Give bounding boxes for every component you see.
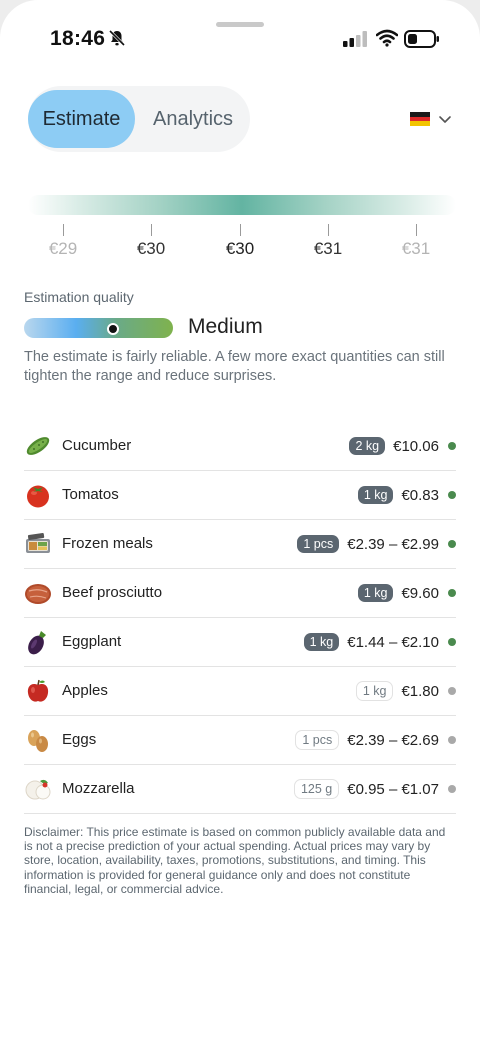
cellular-signal-icon	[343, 31, 367, 47]
range-tick-label: €31	[401, 239, 431, 258]
status-dot	[448, 589, 456, 597]
item-price: €10.06	[393, 437, 439, 455]
quantity-badge: 1 kg	[303, 633, 340, 651]
tab-estimate[interactable]: Estimate	[28, 90, 135, 148]
item-price: €0.83	[401, 486, 439, 504]
range-tick-label: €30	[136, 239, 166, 258]
quantity-badge: 1 kg	[357, 486, 394, 504]
item-price: €1.80	[401, 682, 439, 700]
tab-analytics[interactable]: Analytics	[140, 90, 246, 148]
view-switcher: Estimate Analytics	[28, 86, 250, 152]
tomato-icon	[24, 481, 52, 509]
germany-flag-icon[interactable]	[410, 112, 430, 126]
eggplant-icon	[24, 628, 52, 656]
quality-meter	[24, 318, 173, 338]
item-details: 1 kg €9.60	[357, 569, 456, 617]
item-name: Mozzarella	[62, 780, 135, 797]
sheet-grabber[interactable]	[216, 22, 264, 27]
quality-value: Medium	[188, 315, 263, 338]
status-dot	[448, 785, 456, 793]
status-dot	[448, 491, 456, 499]
mozzarella-icon	[24, 775, 52, 803]
item-price: €2.39 – €2.69	[347, 731, 439, 749]
quantity-badge: 1 kg	[355, 681, 394, 701]
list-item[interactable]: Mozzarella 125 g €0.95 – €1.07	[24, 765, 456, 814]
bottom-sheet: 18:46 Estimate Analytics €29 €30 €30 €31…	[0, 0, 480, 1043]
item-name: Eggplant	[62, 633, 122, 650]
apple-icon	[24, 677, 52, 705]
item-price: €2.39 – €2.99	[347, 535, 439, 553]
range-tick-label: €31	[313, 239, 343, 258]
bell-muted-icon	[108, 29, 126, 47]
quality-label: Estimation quality	[24, 289, 134, 305]
quantity-badge: 1 pcs	[295, 730, 340, 750]
range-tick-label: €30	[225, 239, 255, 258]
item-details: 2 kg €10.06	[349, 422, 456, 470]
item-name: Eggs	[62, 731, 97, 748]
item-details: 1 pcs €2.39 – €2.69	[295, 716, 456, 764]
disclaimer: Disclaimer: This price estimate is based…	[24, 825, 446, 896]
frozen-meal-icon	[24, 530, 52, 558]
item-details: 1 pcs €2.39 – €2.99	[297, 520, 456, 568]
list-item[interactable]: Frozen meals 1 pcs €2.39 – €2.99	[24, 520, 456, 569]
item-name: Cucumber	[62, 437, 132, 454]
list-item[interactable]: Tomatos 1 kg €0.83	[24, 471, 456, 520]
eggs-icon	[24, 726, 52, 754]
cucumber-icon	[24, 432, 52, 460]
range-tick-label: €29	[48, 239, 78, 258]
item-price: €0.95 – €1.07	[347, 780, 439, 798]
range-tick	[240, 224, 241, 236]
item-price: €9.60	[401, 584, 439, 602]
status-dot	[448, 638, 456, 646]
quality-description: The estimate is fairly reliable. A few m…	[24, 349, 445, 384]
item-list: Cucumber 2 kg €10.06 Tomatos 1 kg €0.83 Frozen…	[24, 422, 456, 814]
wifi-icon	[376, 29, 398, 47]
range-tick	[416, 224, 417, 236]
status-dot	[448, 442, 456, 450]
status-dot	[448, 687, 456, 695]
item-name: Apples	[62, 682, 108, 699]
battery-icon	[404, 30, 439, 48]
item-name: Tomatos	[62, 486, 119, 503]
item-price: €1.44 – €2.10	[347, 633, 439, 651]
item-details: 1 kg €1.44 – €2.10	[303, 618, 456, 666]
range-tick	[63, 224, 64, 236]
item-name: Frozen meals	[62, 535, 153, 552]
quantity-badge: 1 kg	[357, 584, 394, 602]
quantity-badge: 1 pcs	[297, 535, 340, 553]
list-item[interactable]: Beef prosciutto 1 kg €9.60	[24, 569, 456, 618]
item-details: 125 g €0.95 – €1.07	[293, 765, 456, 813]
list-item[interactable]: Cucumber 2 kg €10.06	[24, 422, 456, 471]
list-item[interactable]: Apples 1 kg €1.80	[24, 667, 456, 716]
list-item[interactable]: Eggs 1 pcs €2.39 – €2.69	[24, 716, 456, 765]
price-range-bar	[28, 195, 456, 215]
quantity-badge: 2 kg	[349, 437, 386, 455]
status-dot	[448, 540, 456, 548]
range-tick	[328, 224, 329, 236]
quantity-badge: 125 g	[293, 779, 340, 799]
status-dot	[448, 736, 456, 744]
list-item[interactable]: Eggplant 1 kg €1.44 – €2.10	[24, 618, 456, 667]
chevron-down-icon[interactable]	[438, 112, 452, 126]
item-details: 1 kg €0.83	[357, 471, 456, 519]
item-name: Beef prosciutto	[62, 584, 163, 601]
status-time: 18:46	[50, 27, 106, 50]
range-tick	[151, 224, 152, 236]
prosciutto-icon	[24, 579, 52, 607]
item-details: 1 kg €1.80	[355, 667, 456, 715]
